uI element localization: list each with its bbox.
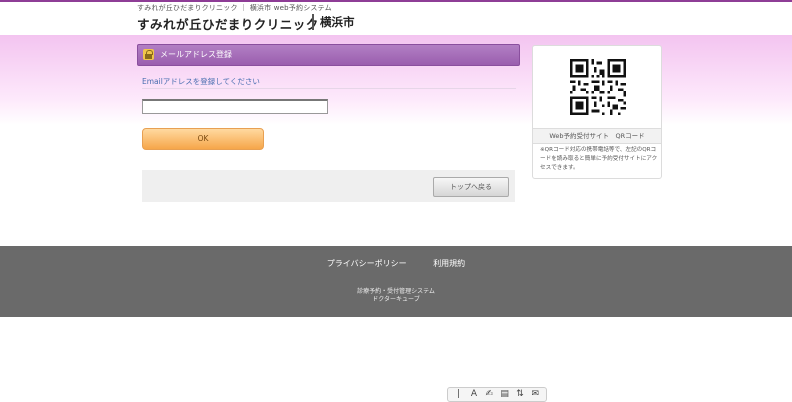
breadcrumb: すみれが丘ひだまりクリニック ｜ 横浜市 web予約システム [137, 4, 332, 12]
translate-icon[interactable]: ⇅ [514, 389, 525, 400]
qr-description: ※QRコード対応の携帯電話等で、左記のQRコードを読み取ると簡単に予約受付サイト… [540, 147, 658, 171]
qr-sidebar: Web予約受付サイト QRコード ※QRコード対応の携帯電話等で、左記のQRコー… [532, 45, 662, 179]
lock-icon [143, 49, 154, 60]
page-icon[interactable]: ▤ [499, 389, 510, 400]
ok-button[interactable]: OK [142, 128, 264, 150]
copyright-line-2: ドクターキューブ [372, 296, 420, 303]
panel-title: メールアドレス登録 [160, 50, 232, 59]
text-size-icon[interactable]: A [468, 389, 479, 400]
qr-caption: Web予約受付サイト QRコード [533, 128, 661, 144]
footer-links: プライバシーポリシー 利用規約 [0, 258, 792, 269]
mail-icon[interactable]: ✉ [530, 389, 541, 400]
footer-copyright: 診療予約・受付管理システム ドクターキューブ [0, 288, 792, 304]
accessibility-toolbar: | A ✍ ▤ ⇅ ✉ [447, 387, 547, 402]
terms-link[interactable]: 利用規約 [433, 259, 465, 268]
site-title[interactable]: すみれが丘ひだまりクリニック [137, 14, 319, 33]
site-city: 横浜市 [312, 14, 355, 30]
footer: プライバシーポリシー 利用規約 診療予約・受付管理システム ドクターキューブ [0, 246, 792, 317]
divider [142, 88, 516, 89]
qr-code-icon [570, 59, 626, 115]
instruction-text: Emailアドレスを登録してください [142, 77, 260, 86]
action-bar: トップへ戻る [142, 170, 515, 202]
privacy-policy-link[interactable]: プライバシーポリシー [327, 259, 407, 268]
top-accent-line [0, 0, 792, 2]
speech-icon[interactable]: ✍ [484, 389, 495, 400]
back-to-top-button[interactable]: トップへ戻る [433, 177, 509, 197]
copyright-line-1: 診療予約・受付管理システム [357, 288, 435, 295]
panel-header: メールアドレス登録 [137, 44, 520, 66]
email-field[interactable] [142, 99, 328, 114]
cursor-icon[interactable]: | [453, 389, 464, 400]
